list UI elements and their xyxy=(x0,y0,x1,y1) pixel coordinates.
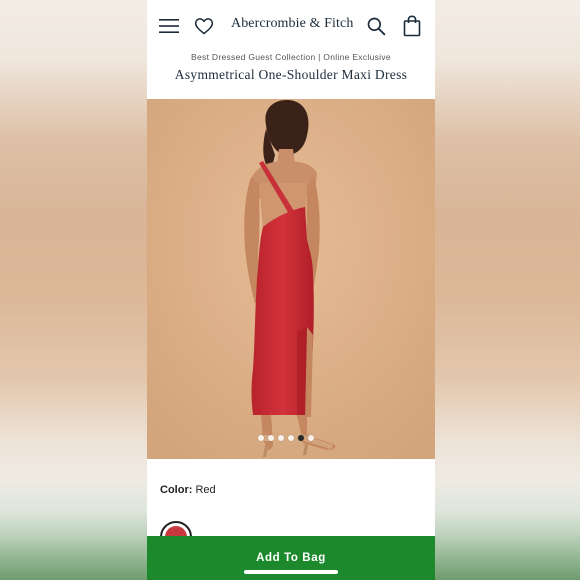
carousel-dot[interactable] xyxy=(288,435,294,441)
add-to-bag-label: Add To Bag xyxy=(256,552,326,564)
color-label: Color: xyxy=(160,484,193,496)
color-value: Red xyxy=(195,484,216,496)
carousel-dot[interactable] xyxy=(308,435,314,441)
carousel-dot[interactable] xyxy=(268,435,274,441)
product-photo xyxy=(147,99,435,459)
menu-icon[interactable] xyxy=(159,18,179,34)
collection-label: Best Dressed Guest Collection | Online E… xyxy=(191,52,391,62)
search-icon[interactable] xyxy=(366,16,386,36)
carousel-dot-active[interactable] xyxy=(298,435,304,441)
product-image-carousel[interactable] xyxy=(147,99,435,459)
carousel-dot[interactable] xyxy=(258,435,264,441)
color-selection: Color: Red xyxy=(160,484,216,496)
carousel-dot[interactable] xyxy=(278,435,284,441)
product-title: Asymmetrical One-Shoulder Maxi Dress xyxy=(174,67,408,82)
heart-icon[interactable] xyxy=(194,16,214,36)
carousel-pagination xyxy=(258,435,314,443)
app-screen: Abercrombie & Fitch Best Dressed Guest C… xyxy=(147,0,435,580)
top-nav: Abercrombie & Fitch xyxy=(147,0,435,52)
home-indicator xyxy=(244,570,338,574)
brand-logo[interactable]: Abercrombie & Fitch xyxy=(231,16,353,32)
bag-icon[interactable] xyxy=(403,15,421,37)
